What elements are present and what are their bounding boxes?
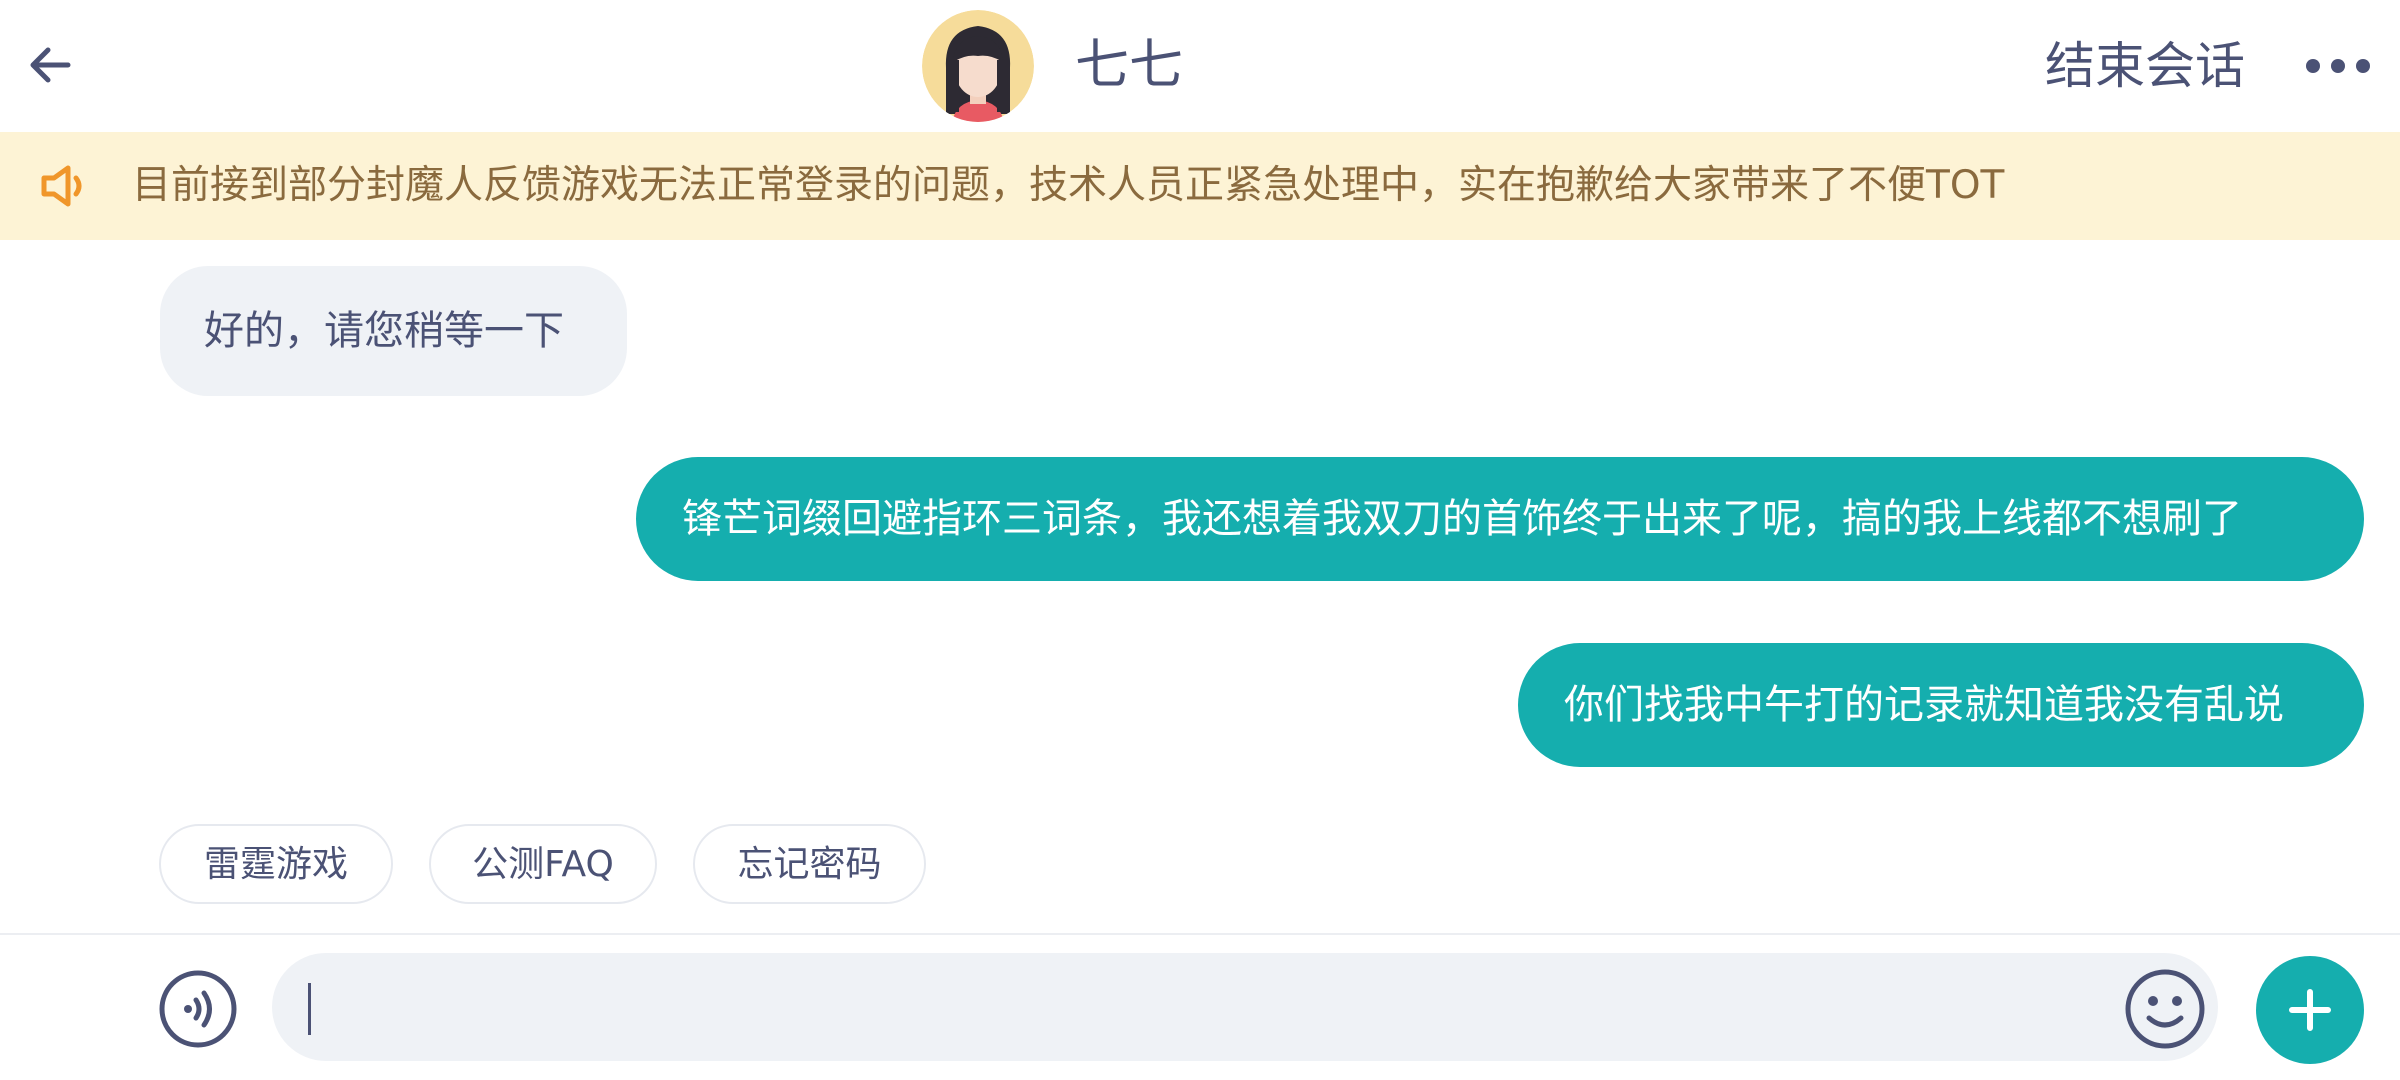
emoji-icon [2125, 969, 2205, 1049]
message-text: 好的，请您稍等一下 [204, 308, 564, 354]
message-input-box[interactable] [272, 953, 2218, 1063]
message-text: 你们找我中午打的记录就知道我没有乱说 [1564, 682, 2284, 728]
speaker-icon [38, 160, 92, 212]
voice-icon [159, 970, 237, 1048]
agent-message: 好的，请您稍等一下 [160, 266, 627, 396]
back-button[interactable] [22, 34, 78, 96]
arrow-left-icon [30, 47, 71, 83]
agent-name: 七七 [1075, 33, 1183, 96]
quick-reply-chip[interactable]: 雷霆游戏 [159, 824, 393, 904]
chat-header: 七七 结束会话 [0, 0, 2400, 132]
chat-screen: 七七 结束会话 目前接到部分封魔人反馈游戏无法正常登录的问题，技术人员正紧急处理… [0, 0, 2400, 1080]
announcement-bar: 目前接到部分封魔人反馈游戏无法正常登录的问题，技术人员正紧急处理中，实在抱歉给大… [0, 132, 2400, 240]
quick-reply-chip[interactable]: 公测FAQ [429, 824, 657, 904]
message-text: 锋芒词缀回避指环三词条，我还想着我双刀的首饰终于出来了呢，搞的我上线都不想刷了 [682, 496, 2242, 542]
more-actions-button[interactable] [2256, 956, 2364, 1064]
text-cursor [308, 983, 311, 1035]
quick-reply-chip[interactable]: 忘记密码 [693, 824, 926, 904]
user-message: 锋芒词缀回避指环三词条，我还想着我双刀的首饰终于出来了呢，搞的我上线都不想刷了 [636, 457, 2364, 581]
more-horizontal-icon [2306, 59, 2370, 73]
user-message: 你们找我中午打的记录就知道我没有乱说 [1518, 643, 2364, 767]
agent-avatar [922, 10, 1034, 122]
emoji-button[interactable] [2124, 968, 2206, 1050]
end-session-button[interactable]: 结束会话 [2045, 36, 2245, 96]
announcement-text: 目前接到部分封魔人反馈游戏无法正常登录的问题，技术人员正紧急处理中，实在抱歉给大… [132, 163, 2005, 208]
more-button[interactable] [2300, 44, 2376, 88]
voice-button[interactable] [158, 969, 238, 1049]
divider [0, 933, 2400, 935]
message-input[interactable] [310, 953, 2092, 1063]
plus-icon [2289, 989, 2331, 1031]
